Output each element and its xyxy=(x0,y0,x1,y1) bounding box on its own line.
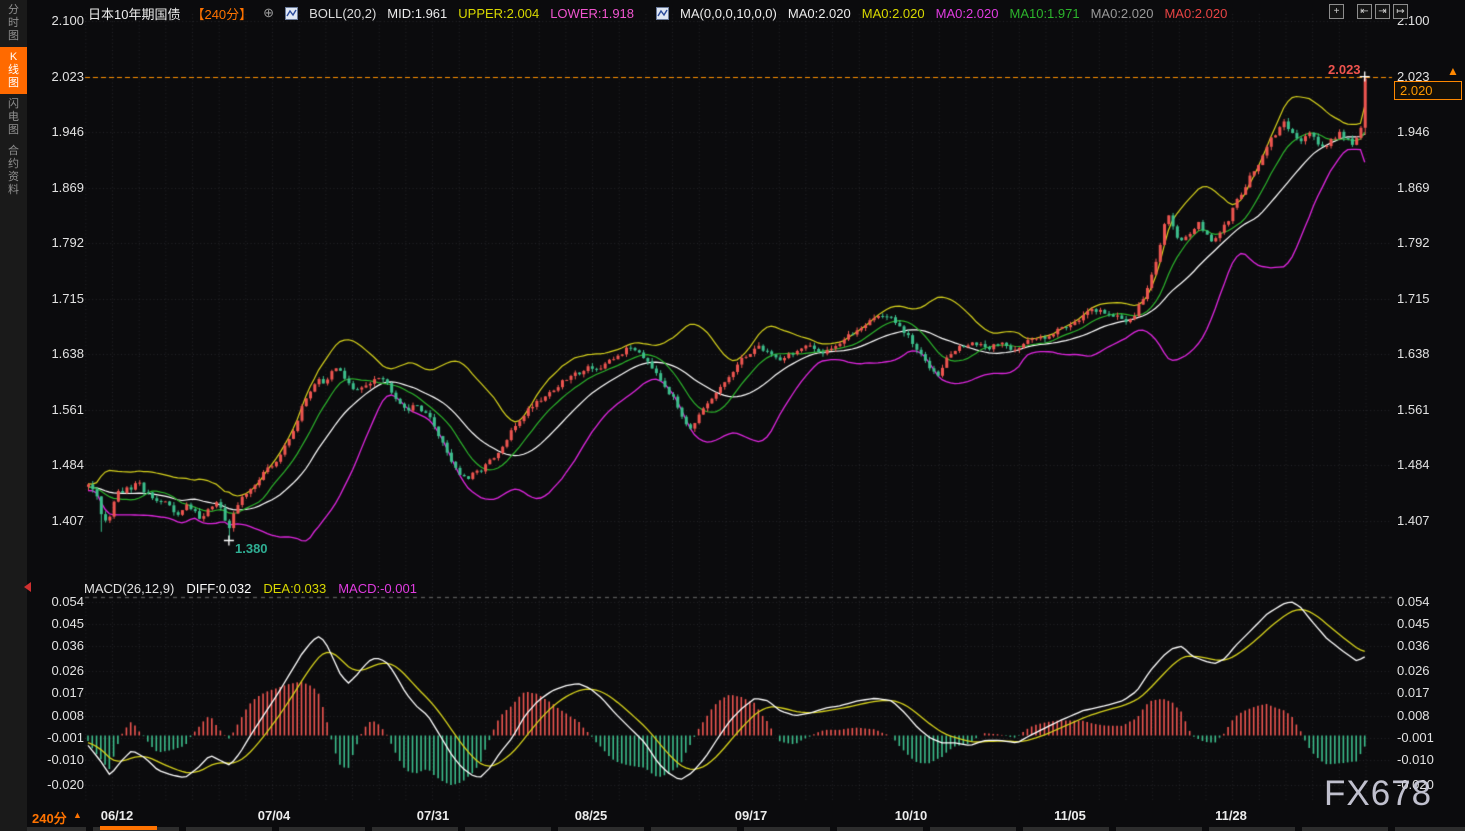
ma-value-6: MA0:2.020 xyxy=(1164,6,1227,21)
axis-label: 1.792 xyxy=(1397,235,1449,250)
fit-right-icon[interactable]: ⇥ xyxy=(1375,4,1390,19)
boll-indicator-icon[interactable] xyxy=(285,7,298,20)
session-low-label: 1.380 xyxy=(235,541,268,556)
macd-value-3: MACD:-0.001 xyxy=(338,581,417,596)
axis-label: 0.017 xyxy=(1397,685,1449,700)
axis-label: 0.045 xyxy=(1397,616,1449,631)
date-tick-11-05: 11/05 xyxy=(1038,808,1102,823)
axis-label: 0.036 xyxy=(1397,638,1449,653)
ma-value-0: MA(0,0,0,10,0,0) xyxy=(680,6,777,21)
axis-label: -0.001 xyxy=(32,730,84,745)
price-up-arrow-icon: ▲ xyxy=(1447,64,1459,78)
sidebar-item-0[interactable]: 分 时 图 xyxy=(0,0,27,47)
axis-label: 1.407 xyxy=(32,513,84,528)
timeline-scrollbar[interactable] xyxy=(0,827,1465,831)
axis-label: 0.036 xyxy=(32,638,84,653)
ma-value-2: MA0:2.020 xyxy=(862,6,925,21)
axis-label: 0.017 xyxy=(32,685,84,700)
boll-value-0: BOLL(20,2) xyxy=(309,6,376,21)
axis-label: 1.638 xyxy=(32,346,84,361)
axis-label: 0.008 xyxy=(1397,708,1449,723)
axis-label: -0.010 xyxy=(1397,752,1449,767)
boll-value-1: MID:1.961 xyxy=(387,6,447,21)
step-right-icon[interactable]: ↦ xyxy=(1393,4,1408,19)
timeframe-label[interactable]: 【240分】 xyxy=(191,4,252,23)
ma-values: MA(0,0,0,10,0,0) MA0:2.020 MA0:2.020 MA0:2.… xyxy=(680,6,1238,21)
axis-label: 0.008 xyxy=(32,708,84,723)
chart-header: 日本10年期国债 【240分】 ⊕ BOLL(20,2) MID:1.961 UPP… xyxy=(88,4,1249,22)
pan-icon[interactable]: + xyxy=(1329,4,1344,19)
date-tick-09-17: 09/17 xyxy=(719,808,783,823)
axis-label: 2.100 xyxy=(32,13,84,28)
collapse-macd-icon[interactable] xyxy=(24,582,31,592)
session-high-label: 2.023 xyxy=(1328,62,1361,77)
axis-label: 1.946 xyxy=(1397,124,1449,139)
sidebar: 分 时 图K 线 图闪 电 图合 约 资 料 xyxy=(0,0,27,831)
visible-range-indicator xyxy=(100,826,157,830)
axis-label: 2.023 xyxy=(32,69,84,84)
sidebar-item-1[interactable]: K 线 图 xyxy=(0,47,27,94)
chart-window: 分 时 图K 线 图闪 电 图合 约 资 料 日本10年期国债 【240分】 ⊕… xyxy=(0,0,1465,831)
boll-value-3: LOWER:1.918 xyxy=(550,6,634,21)
axis-label: 1.484 xyxy=(1397,457,1449,472)
chart-canvas[interactable] xyxy=(0,0,1465,831)
axis-label: 1.561 xyxy=(1397,402,1449,417)
macd-value-0: MACD(26,12,9) xyxy=(84,581,174,596)
axis-label: 1.946 xyxy=(32,124,84,139)
axis-label: 1.715 xyxy=(32,291,84,306)
period-dropdown-arrow-icon[interactable]: ▲ xyxy=(73,810,82,820)
macd-value-1: DIFF:0.032 xyxy=(186,581,251,596)
axis-label: -0.010 xyxy=(32,752,84,767)
axis-label: 1.407 xyxy=(1397,513,1449,528)
boll-value-2: UPPER:2.004 xyxy=(458,6,539,21)
axis-label: 0.045 xyxy=(32,616,84,631)
ma-value-1: MA0:2.020 xyxy=(788,6,851,21)
date-tick-06-12: 06/12 xyxy=(85,808,149,823)
axis-label: 1.869 xyxy=(1397,180,1449,195)
sidebar-item-2[interactable]: 闪 电 图 xyxy=(0,94,27,141)
macd-header: MACD(26,12,9) DIFF:0.032 DEA:0.033 MACD:-0.… xyxy=(84,581,429,596)
date-tick-10-10: 10/10 xyxy=(879,808,943,823)
axis-label: -0.001 xyxy=(1397,730,1449,745)
footer-period-selector[interactable]: 240分 xyxy=(32,808,67,827)
date-tick-07-31: 07/31 xyxy=(401,808,465,823)
sidebar-item-3[interactable]: 合 约 资 料 xyxy=(0,141,27,201)
date-tick-11-28: 11/28 xyxy=(1199,808,1263,823)
fit-left-icon[interactable]: ⇤ xyxy=(1357,4,1372,19)
link-icon[interactable]: ⊕ xyxy=(263,5,274,21)
axis-label: 0.026 xyxy=(1397,663,1449,678)
axis-label: 1.484 xyxy=(32,457,84,472)
boll-values: BOLL(20,2) MID:1.961 UPPER:2.004 LOWER:1.91… xyxy=(309,6,645,21)
axis-label: 1.715 xyxy=(1397,291,1449,306)
ma-value-5: MA0:2.020 xyxy=(1091,6,1154,21)
axis-label: 0.054 xyxy=(1397,594,1449,609)
axis-label: 0.054 xyxy=(32,594,84,609)
ma-value-4: MA10:1.971 xyxy=(1009,6,1079,21)
date-tick-08-25: 08/25 xyxy=(559,808,623,823)
axis-label: 1.638 xyxy=(1397,346,1449,361)
ma-indicator-icon[interactable] xyxy=(656,7,669,20)
axis-label: 0.026 xyxy=(32,663,84,678)
ma-value-3: MA0:2.020 xyxy=(936,6,999,21)
date-tick-07-04: 07/04 xyxy=(242,808,306,823)
current-price-box: 2.020 xyxy=(1394,81,1462,100)
axis-label: 1.792 xyxy=(32,235,84,250)
axis-label: 1.869 xyxy=(32,180,84,195)
macd-value-2: DEA:0.033 xyxy=(263,581,326,596)
axis-label: -0.020 xyxy=(32,777,84,792)
instrument-title: 日本10年期国债 xyxy=(88,4,180,23)
fx678-watermark: FX678 xyxy=(1324,774,1432,814)
axis-label: 1.561 xyxy=(32,402,84,417)
